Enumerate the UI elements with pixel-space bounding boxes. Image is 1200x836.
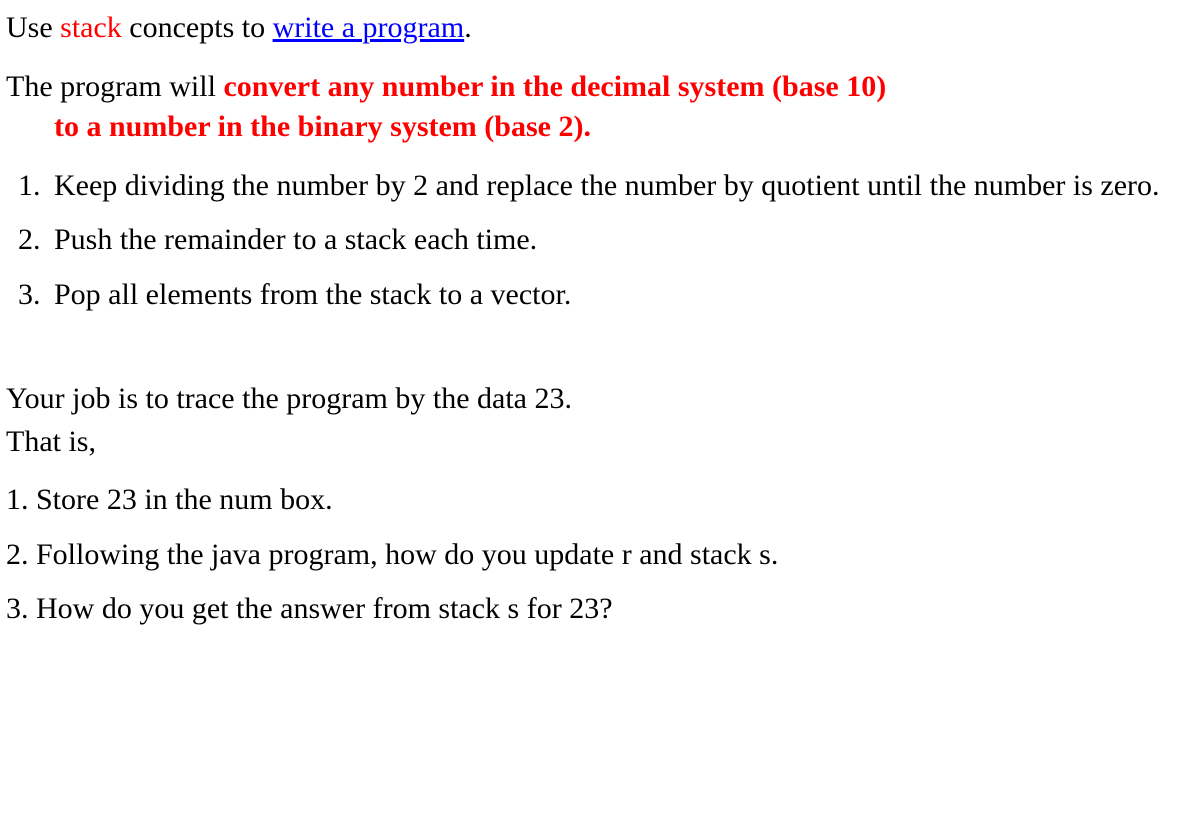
text-plain: The program will (6, 70, 223, 103)
text-line: Your job is to trace the program by the … (6, 379, 1194, 420)
section-trace: Your job is to trace the program by the … (6, 379, 1194, 462)
text-plain: concepts to (122, 11, 273, 44)
text-plain: Use (6, 11, 60, 44)
text-emphasis: to a number in the binary system (base 2… (54, 110, 591, 143)
list-item: Push the remainder to a stack each time. (48, 220, 1194, 261)
paragraph-2: The program will convert any number in t… (6, 67, 1194, 148)
text-stack: stack (60, 11, 122, 44)
text-plain: . (464, 11, 472, 44)
list-item: Keep dividing the number by 2 and replac… (48, 166, 1194, 207)
text-emphasis: convert any number in the decimal system… (223, 70, 886, 103)
list-item: 2. Following the java program, how do yo… (6, 535, 1194, 576)
ordered-list-trace: 1. Store 23 in the num box. 2. Following… (6, 480, 1194, 630)
link-write-a-program[interactable]: write a program (273, 11, 465, 44)
paragraph-1: Use stack concepts to write a program. (6, 8, 1194, 49)
ordered-list-steps: Keep dividing the number by 2 and replac… (6, 166, 1194, 316)
text-line: That is, (6, 422, 1194, 463)
list-item: 3. How do you get the answer from stack … (6, 589, 1194, 630)
list-item: 1. Store 23 in the num box. (6, 480, 1194, 521)
list-item: Pop all elements from the stack to a vec… (48, 275, 1194, 316)
